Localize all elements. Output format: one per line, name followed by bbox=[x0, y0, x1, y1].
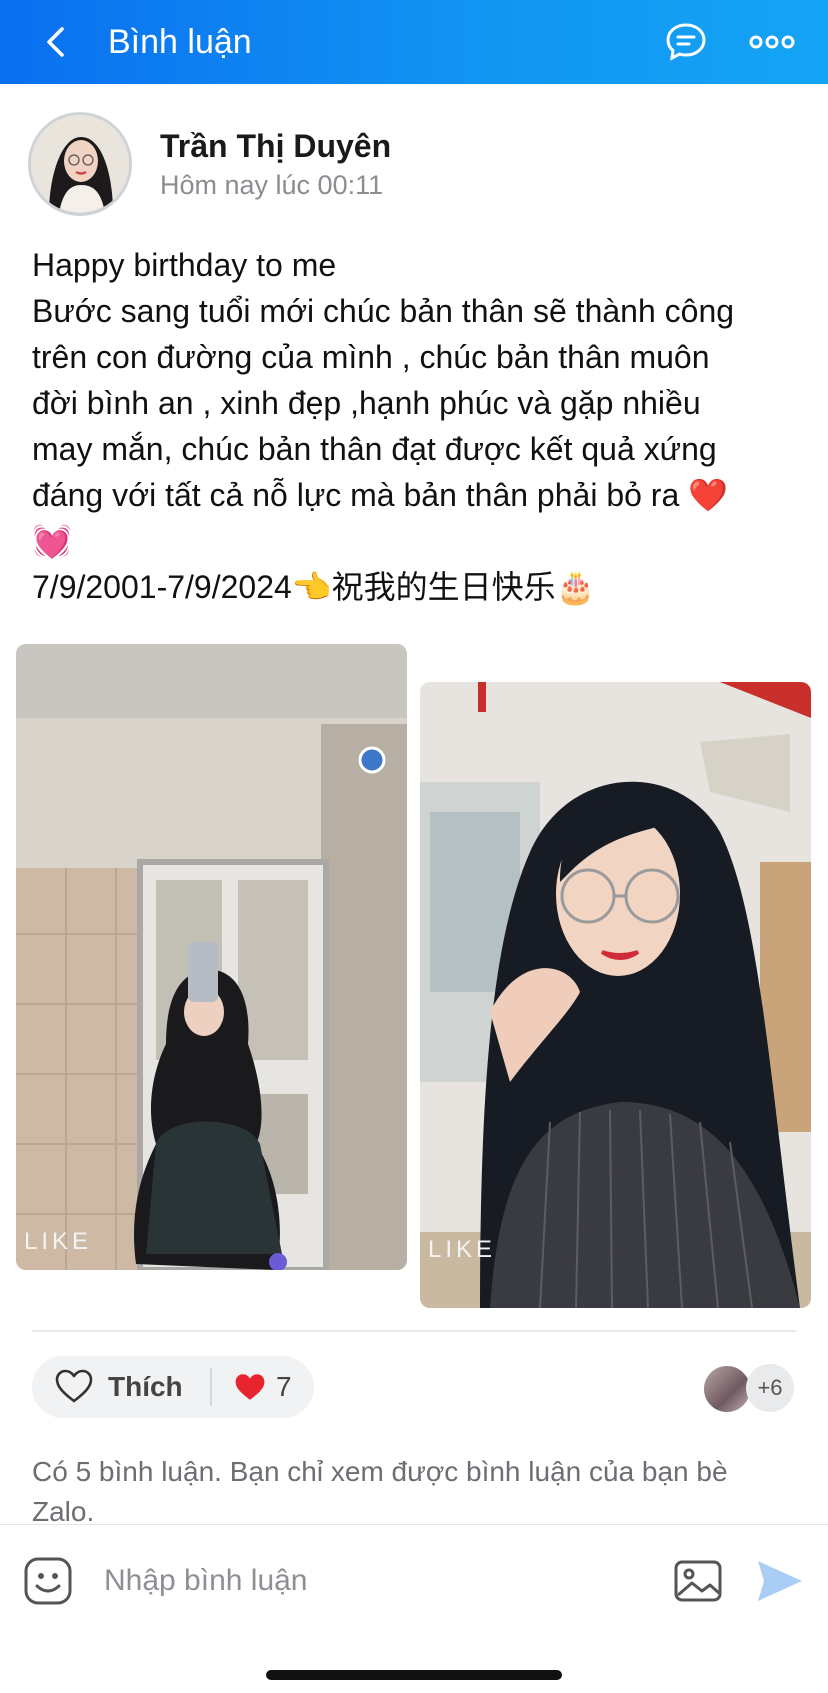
home-indicator bbox=[266, 1670, 562, 1680]
post-photo-mirror-selfie[interactable]: LIKE bbox=[16, 644, 407, 1270]
post-line: 💓 bbox=[32, 523, 72, 559]
post-line: may mắn, chúc bản thân đạt được kết quả … bbox=[32, 431, 717, 467]
reaction-summary[interactable]: 7 bbox=[234, 1356, 292, 1418]
post-line: trên con đường của mình , chúc bản thân … bbox=[32, 339, 710, 375]
image-icon bbox=[674, 1560, 722, 1602]
like-button[interactable]: Thích bbox=[54, 1356, 183, 1418]
separator bbox=[210, 1368, 212, 1406]
chat-bubble-icon bbox=[666, 23, 706, 61]
heart-outline-icon bbox=[55, 1369, 93, 1403]
author-name[interactable]: Trần Thị Duyên bbox=[160, 126, 391, 166]
sticker-icon bbox=[24, 1557, 72, 1605]
post-line: đời bình an , xinh đẹp ,hạnh phúc và gặp… bbox=[32, 385, 701, 421]
send-button[interactable] bbox=[754, 1555, 806, 1607]
page-title: Bình luận bbox=[108, 23, 252, 61]
post-photo-portrait[interactable]: LIKE bbox=[420, 682, 811, 1308]
sticker-button[interactable] bbox=[22, 1555, 74, 1607]
author-avatar[interactable] bbox=[28, 112, 132, 216]
post-line: Happy birthday to me bbox=[32, 247, 337, 283]
watermark-text: LIKE bbox=[24, 1228, 92, 1255]
reaction-bar: Thích 7 bbox=[32, 1356, 314, 1418]
liker-avatar[interactable] bbox=[702, 1364, 752, 1414]
image-button[interactable] bbox=[672, 1555, 724, 1607]
send-icon bbox=[758, 1561, 802, 1601]
like-label: Thích bbox=[108, 1371, 183, 1402]
heart-icon bbox=[235, 1374, 265, 1400]
reaction-count: 7 bbox=[276, 1371, 292, 1402]
post-timestamp: Hôm nay lúc 00:11 bbox=[160, 170, 384, 200]
comment-input[interactable] bbox=[104, 1555, 644, 1607]
post-content: Happy birthday to me Bước sang tuổi mới … bbox=[32, 242, 802, 610]
post-line: Bước sang tuổi mới chúc bản thân sẽ thàn… bbox=[32, 293, 735, 329]
post-line: 7/9/2001-7/9/2024👈祝我的生日快乐🎂 bbox=[32, 569, 596, 605]
post-line: đáng với tất cả nỗ lực mà bản thân phải … bbox=[32, 477, 728, 513]
likers-more-badge[interactable]: +6 bbox=[746, 1364, 794, 1412]
comment-notice: Có 5 bình luận. Bạn chỉ xem được bình lu… bbox=[32, 1456, 728, 1527]
comment-composer bbox=[0, 1524, 828, 1693]
chevron-left-icon bbox=[47, 27, 64, 57]
watermark-text: LIKE bbox=[428, 1236, 496, 1263]
more-horizontal-icon bbox=[749, 35, 795, 49]
chat-button[interactable] bbox=[662, 18, 710, 66]
divider bbox=[32, 1330, 796, 1332]
app-header: Bình luận bbox=[0, 0, 828, 84]
back-button[interactable] bbox=[36, 20, 80, 64]
more-options-button[interactable] bbox=[748, 18, 796, 66]
